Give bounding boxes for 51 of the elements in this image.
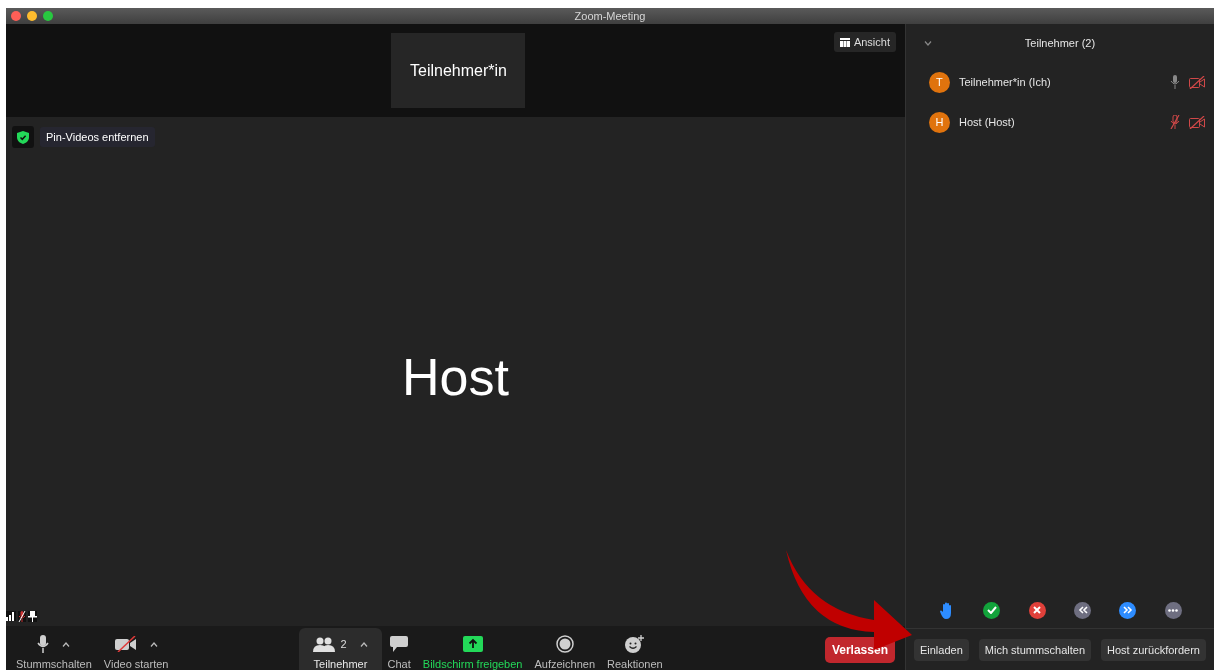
more-icon	[1168, 608, 1179, 612]
hand-icon	[939, 601, 954, 619]
minimize-button[interactable]	[27, 11, 37, 21]
caret-icon[interactable]	[149, 641, 158, 647]
avatar: T	[928, 71, 950, 93]
rewind-icon	[1077, 606, 1088, 614]
smiley-icon	[624, 635, 645, 653]
caret-icon[interactable]	[359, 641, 368, 647]
grid-icon	[839, 37, 850, 47]
participant-name: Host (Host)	[958, 116, 1016, 128]
panel-button[interactable]: Einladen	[913, 638, 969, 661]
toolbar-button[interactable]: Reaktionen	[601, 628, 669, 670]
participant-name: Teilnehmer*in (Ich)	[958, 76, 1052, 88]
muted-mic-icon	[18, 610, 26, 622]
participant-count: 2	[340, 638, 347, 650]
close-icon	[1033, 606, 1042, 614]
record-icon	[555, 635, 574, 653]
panel-button[interactable]: Mich stummschalten	[978, 638, 1092, 661]
toolbar-button[interactable]: Bildschirm freigeben	[416, 628, 529, 670]
panel-title: Teilnehmer (2)	[1024, 37, 1096, 49]
participant-name: Host	[402, 346, 509, 407]
yes-button[interactable]	[983, 601, 1001, 619]
slower-button[interactable]	[1074, 601, 1092, 619]
toolbar-button[interactable]: Aufzeichnen	[528, 628, 601, 670]
pin-notice[interactable]: Pin-Videos entfernen	[40, 127, 155, 147]
toolbar-button[interactable]: Stummschalten	[10, 628, 98, 670]
toolbar-button[interactable]: 2 Teilnehmer	[299, 628, 382, 670]
close-button[interactable]	[11, 11, 21, 21]
video-thumbnail[interactable]: Teilnehmer*in	[391, 33, 526, 108]
no-button[interactable]	[1028, 601, 1046, 619]
collapse-chevron-icon[interactable]	[923, 40, 932, 46]
window-title: Zoom-Meeting	[574, 10, 646, 22]
share-screen-icon	[462, 636, 483, 652]
microphone-icon	[37, 635, 50, 653]
avatar: H	[928, 111, 950, 133]
signal-icon	[6, 611, 16, 621]
pin-icon	[28, 610, 37, 622]
fast-forward-icon	[1122, 606, 1133, 614]
caret-icon[interactable]	[62, 641, 71, 647]
check-icon	[986, 606, 997, 614]
faster-button[interactable]	[1119, 601, 1137, 619]
view-button[interactable]: Ansicht	[833, 32, 896, 52]
maximize-button[interactable]	[43, 11, 53, 21]
chat-icon	[390, 636, 409, 652]
security-shield-icon	[12, 126, 34, 148]
toolbar-button[interactable]: Video starten	[97, 628, 175, 670]
video-off-icon	[114, 636, 137, 652]
toolbar-button[interactable]: Chat	[381, 628, 417, 670]
people-icon	[313, 636, 336, 652]
panel-button[interactable]: Host zurückfordern	[1101, 638, 1206, 661]
more-button[interactable]	[1164, 601, 1182, 619]
